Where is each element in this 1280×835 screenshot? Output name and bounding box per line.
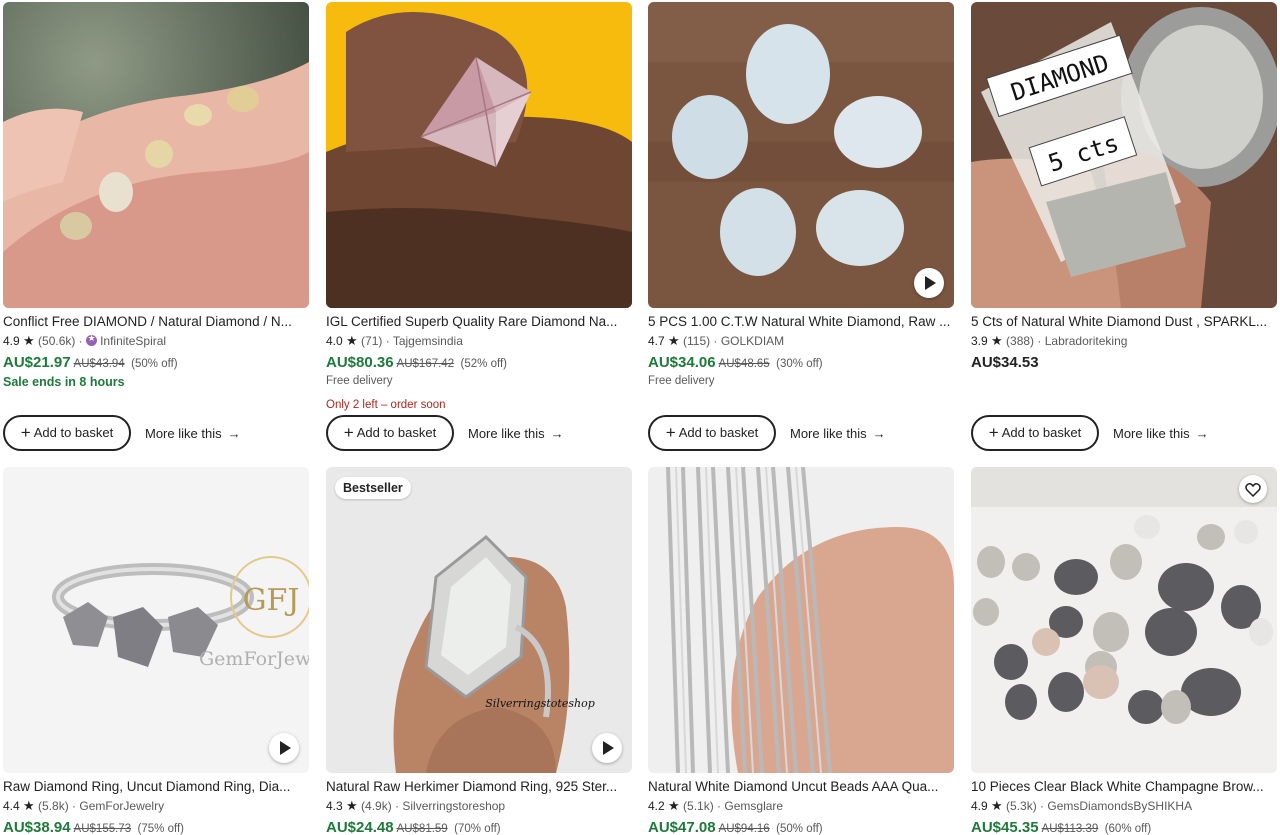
add-to-basket-button[interactable]: + Add to basket xyxy=(971,415,1099,451)
star-seller-icon xyxy=(86,333,98,346)
star-icon: ★ xyxy=(346,333,358,348)
low-stock-text: Only 2 left – order soon xyxy=(326,399,446,411)
star-icon: ★ xyxy=(23,798,35,813)
price: AU$80.36 AU$167.42 (52% off) xyxy=(326,354,507,372)
more-like-this-link[interactable]: More like this → xyxy=(1113,426,1209,441)
more-like-this-link[interactable]: More like this → xyxy=(468,426,564,441)
original-price: AU$48.65 xyxy=(718,358,770,370)
star-icon: ★ xyxy=(991,333,1003,348)
price: AU$47.08 AU$94.16 (50% off) xyxy=(648,819,823,835)
listing-image[interactable] xyxy=(648,2,954,308)
listing-rating: 4.3 ★ (4.9k) · Silverringstoreshop xyxy=(326,798,506,813)
original-price: AU$155.73 xyxy=(73,823,132,835)
discount: (70% off) xyxy=(454,823,501,835)
sale-price: AU$47.08 xyxy=(648,819,716,835)
listing-title[interactable]: 10 Pieces Clear Black White Champagne Br… xyxy=(971,779,1277,794)
play-video-icon[interactable] xyxy=(914,268,944,298)
listing-title[interactable]: 5 PCS 1.00 C.T.W Natural White Diamond, … xyxy=(648,314,954,329)
bestseller-badge: Bestseller xyxy=(335,477,411,499)
arrow-right-icon: → xyxy=(872,426,886,441)
more-like-this-link[interactable]: More like this → xyxy=(790,426,886,441)
listing-image[interactable] xyxy=(971,467,1277,773)
star-icon: ★ xyxy=(668,333,680,348)
star-icon: ★ xyxy=(991,798,1003,813)
arrow-right-icon: → xyxy=(1195,426,1209,441)
listing-title[interactable]: Natural Raw Herkimer Diamond Ring, 925 S… xyxy=(326,779,632,794)
listing-title[interactable]: Natural White Diamond Uncut Beads AAA Qu… xyxy=(648,779,954,794)
price: AU$24.48 AU$81.59 (70% off) xyxy=(326,819,501,835)
discount: (52% off) xyxy=(460,358,507,370)
sale-price: AU$24.48 xyxy=(326,819,394,835)
listing-image[interactable]: Silverringstoteshop Bestseller xyxy=(326,467,632,773)
original-price: AU$43.94 xyxy=(73,358,125,370)
heart-icon[interactable] xyxy=(1239,475,1267,503)
original-price: AU$113.39 xyxy=(1041,823,1099,835)
listing-image[interactable]: GFJ GemForJew xyxy=(3,467,309,773)
discount: (60% off) xyxy=(1104,823,1152,835)
shop-name[interactable]: GemForJewelry xyxy=(79,799,164,813)
star-icon: ★ xyxy=(668,798,680,813)
sale-price: AU$45.35 xyxy=(971,819,1039,835)
shop-name[interactable]: Tajgemsindia xyxy=(393,334,463,348)
price: AU$34.06 AU$48.65 (30% off) xyxy=(648,354,823,372)
listing-title[interactable]: Raw Diamond Ring, Uncut Diamond Ring, Di… xyxy=(3,779,309,794)
discount: (50% off) xyxy=(776,823,823,835)
listing-rating: 3.9 ★ (388) · Labradoriteking xyxy=(971,333,1128,348)
sale-price: AU$34.06 xyxy=(648,354,716,371)
price: AU$38.94 AU$155.73 (75% off) xyxy=(3,819,184,835)
star-icon: ★ xyxy=(346,798,358,813)
shop-name[interactable]: Silverringstoreshop xyxy=(402,799,505,813)
gfj-logo-text: GFJ xyxy=(243,583,300,618)
listing-rating: 4.0 ★ (71) · Tajgemsindia xyxy=(326,333,463,348)
shop-name[interactable]: Labradoriteking xyxy=(1045,334,1128,348)
discount: (30% off) xyxy=(776,358,823,370)
discount: (50% off) xyxy=(131,358,178,370)
listing-image[interactable] xyxy=(648,467,954,773)
sale-ends-text: Sale ends in 8 hours xyxy=(3,375,125,389)
add-to-basket-button[interactable]: + Add to basket xyxy=(326,415,454,451)
add-to-basket-button[interactable]: + Add to basket xyxy=(648,415,776,451)
listing-rating: 4.9 ★ (50.6k) · InfiniteSpiral xyxy=(3,333,166,349)
discount: (75% off) xyxy=(137,823,184,835)
shop-name[interactable]: GOLKDIAM xyxy=(721,334,784,348)
watermark-text: Silverringstoteshop xyxy=(485,697,594,710)
sale-price: AU$21.97 xyxy=(3,354,71,371)
price: AU$34.53 xyxy=(971,354,1039,372)
original-price: AU$167.42 xyxy=(396,358,455,370)
play-video-icon[interactable] xyxy=(592,733,622,763)
arrow-right-icon: → xyxy=(550,426,564,441)
listing-title[interactable]: IGL Certified Superb Quality Rare Diamon… xyxy=(326,314,632,329)
listing-rating: 4.4 ★ (5.8k) · GemForJewelry xyxy=(3,798,165,813)
listing-rating: 4.7 ★ (115) · GOLKDIAM xyxy=(648,333,785,348)
watermark-text: GemForJew xyxy=(199,648,309,670)
original-price: AU$94.16 xyxy=(718,823,770,835)
arrow-right-icon: → xyxy=(227,426,241,441)
listing-rating: 4.9 ★ (5.3k) · GemsDiamondsBySHIKHA xyxy=(971,798,1193,813)
shop-name[interactable]: InfiniteSpiral xyxy=(100,334,166,348)
shop-name[interactable]: Gemsglare xyxy=(724,799,783,813)
listing-image[interactable]: DIAMOND 5 cts xyxy=(971,2,1277,308)
more-like-this-link[interactable]: More like this → xyxy=(145,426,241,441)
listing-title[interactable]: 5 Cts of Natural White Diamond Dust , SP… xyxy=(971,314,1277,329)
price-value: AU$34.53 xyxy=(971,354,1039,371)
listing-image[interactable] xyxy=(3,2,309,308)
play-video-icon[interactable] xyxy=(269,733,299,763)
listing-title[interactable]: Conflict Free DIAMOND / Natural Diamond … xyxy=(3,314,309,329)
add-to-basket-button[interactable]: + Add to basket xyxy=(3,415,131,451)
star-icon: ★ xyxy=(23,333,35,348)
price: AU$21.97 AU$43.94 (50% off) xyxy=(3,354,178,372)
listing-image[interactable] xyxy=(326,2,632,308)
free-delivery-text: Free delivery xyxy=(648,375,715,387)
shop-name[interactable]: GemsDiamondsBySHIKHA xyxy=(1047,799,1192,813)
listing-rating: 4.2 ★ (5.1k) · Gemsglare xyxy=(648,798,784,813)
price: AU$45.35 AU$113.39 (60% off) xyxy=(971,819,1151,835)
sale-price: AU$80.36 xyxy=(326,354,394,371)
free-delivery-text: Free delivery xyxy=(326,375,393,387)
sale-price: AU$38.94 xyxy=(3,819,71,835)
original-price: AU$81.59 xyxy=(396,823,448,835)
